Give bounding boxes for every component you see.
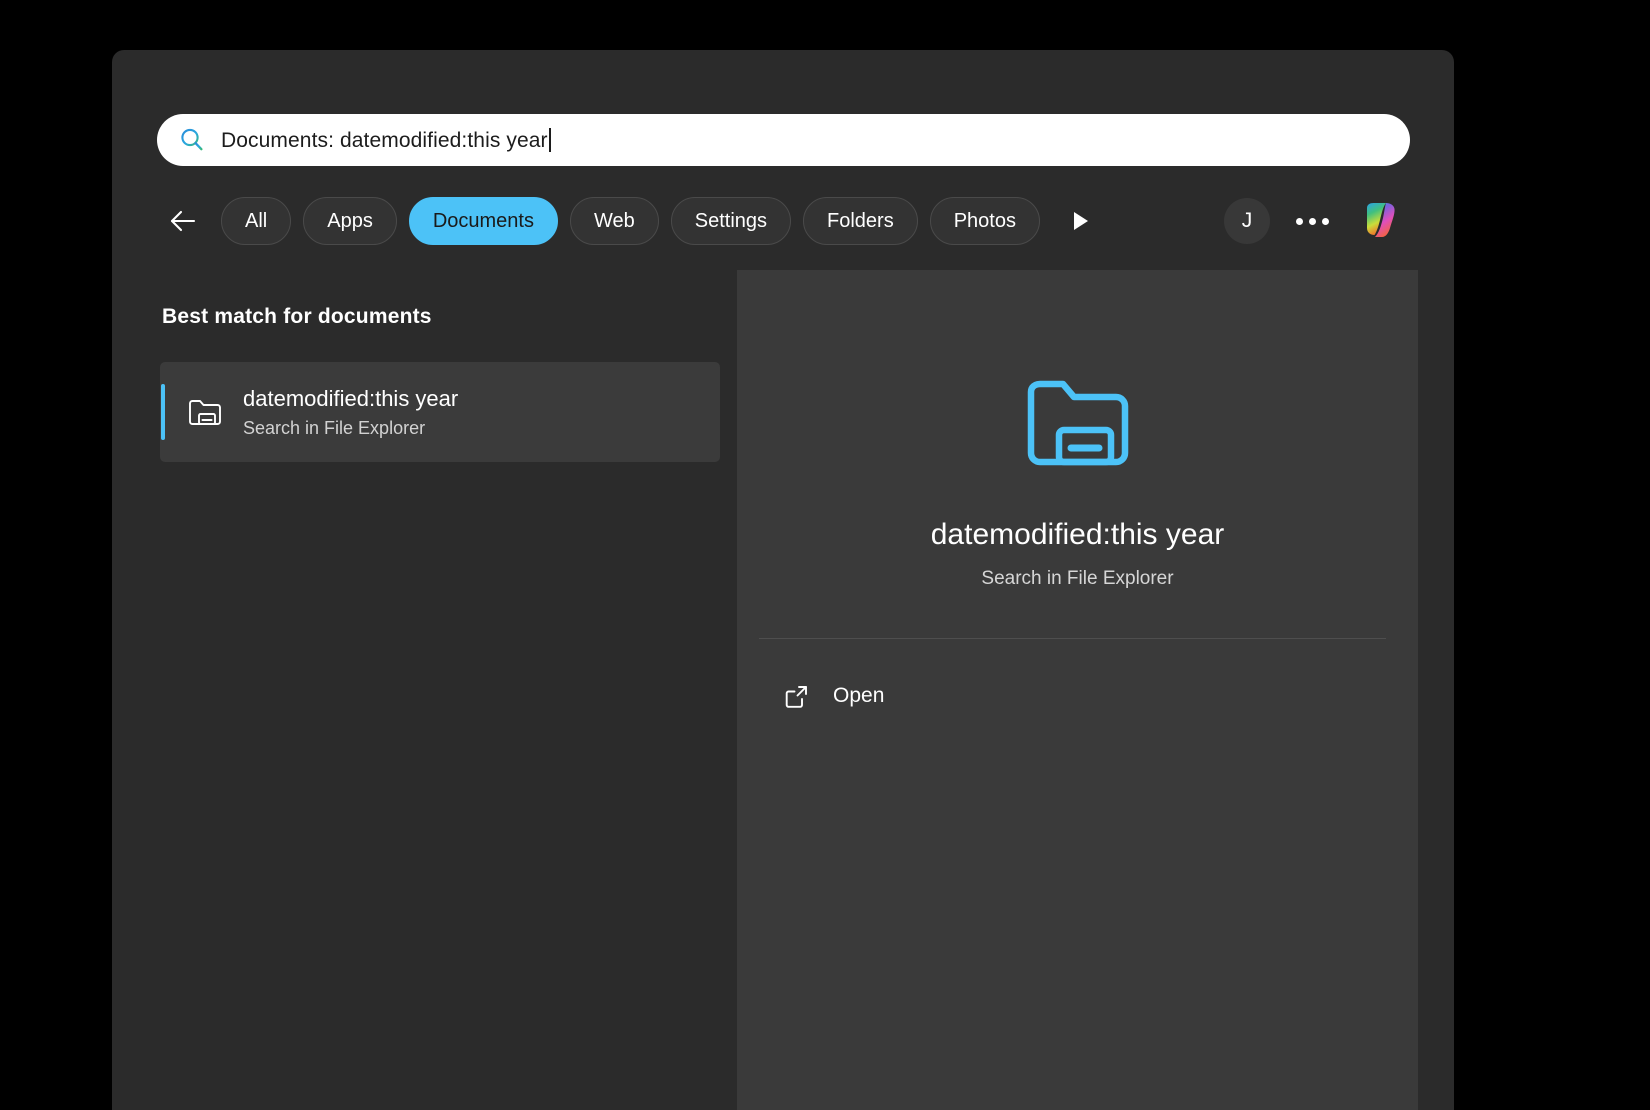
open-external-icon [781, 681, 811, 711]
filter-chip-label: Apps [327, 210, 373, 233]
results-column: Best match for documents datemodified:th… [112, 270, 737, 1110]
folder-search-large-icon [1019, 367, 1137, 477]
selection-accent-bar [161, 384, 165, 440]
filter-chip-web[interactable]: Web [570, 197, 659, 245]
result-title: datemodified:this year [243, 386, 458, 412]
back-button[interactable] [157, 195, 209, 247]
filter-chip-apps[interactable]: Apps [303, 197, 397, 245]
filter-chip-folders[interactable]: Folders [803, 197, 918, 245]
filter-chip-label: All [245, 210, 267, 233]
filter-chip-label: Folders [827, 210, 894, 233]
filter-bar: All Apps Documents Web Settings Folders … [157, 190, 1410, 252]
filter-chip-documents[interactable]: Documents [409, 197, 558, 245]
text-caret [549, 128, 551, 152]
search-query-text: Documents: datemodified:this year [221, 130, 548, 151]
avatar-initial: J [1242, 209, 1253, 233]
search-window: Documents: datemodified:this year All Ap… [112, 50, 1454, 1110]
filter-chip-label: Settings [695, 210, 767, 233]
filter-chip-settings[interactable]: Settings [671, 197, 791, 245]
folder-search-icon [184, 391, 226, 433]
avatar[interactable]: J [1224, 198, 1270, 244]
ellipsis-dot [1322, 218, 1329, 225]
best-match-heading: Best match for documents [162, 305, 432, 329]
filter-chip-all[interactable]: All [221, 197, 291, 245]
filter-chip-photos[interactable]: Photos [930, 197, 1040, 245]
ellipsis-dot [1296, 218, 1303, 225]
search-icon [179, 127, 205, 153]
filter-chip-label: Photos [954, 210, 1016, 233]
open-button[interactable]: Open [759, 668, 1059, 724]
result-subtitle: Search in File Explorer [243, 418, 458, 439]
result-item-datemodified[interactable]: datemodified:this year Search in File Ex… [160, 362, 720, 462]
preview-divider [759, 638, 1386, 639]
preview-pane: datemodified:this year Search in File Ex… [737, 270, 1418, 1110]
filter-chip-label: Documents [433, 210, 534, 233]
ellipsis-dot [1309, 218, 1316, 225]
preview-subtitle: Search in File Explorer [737, 568, 1418, 590]
filter-chip-label: Web [594, 210, 635, 233]
ellipsis-icon[interactable] [1286, 198, 1338, 244]
search-input[interactable]: Documents: datemodified:this year [157, 114, 1410, 166]
copilot-icon[interactable] [1352, 192, 1410, 250]
open-label: Open [833, 684, 884, 708]
more-filters-button[interactable] [1056, 197, 1104, 245]
preview-title: datemodified:this year [737, 518, 1418, 552]
result-text-block: datemodified:this year Search in File Ex… [243, 386, 458, 439]
